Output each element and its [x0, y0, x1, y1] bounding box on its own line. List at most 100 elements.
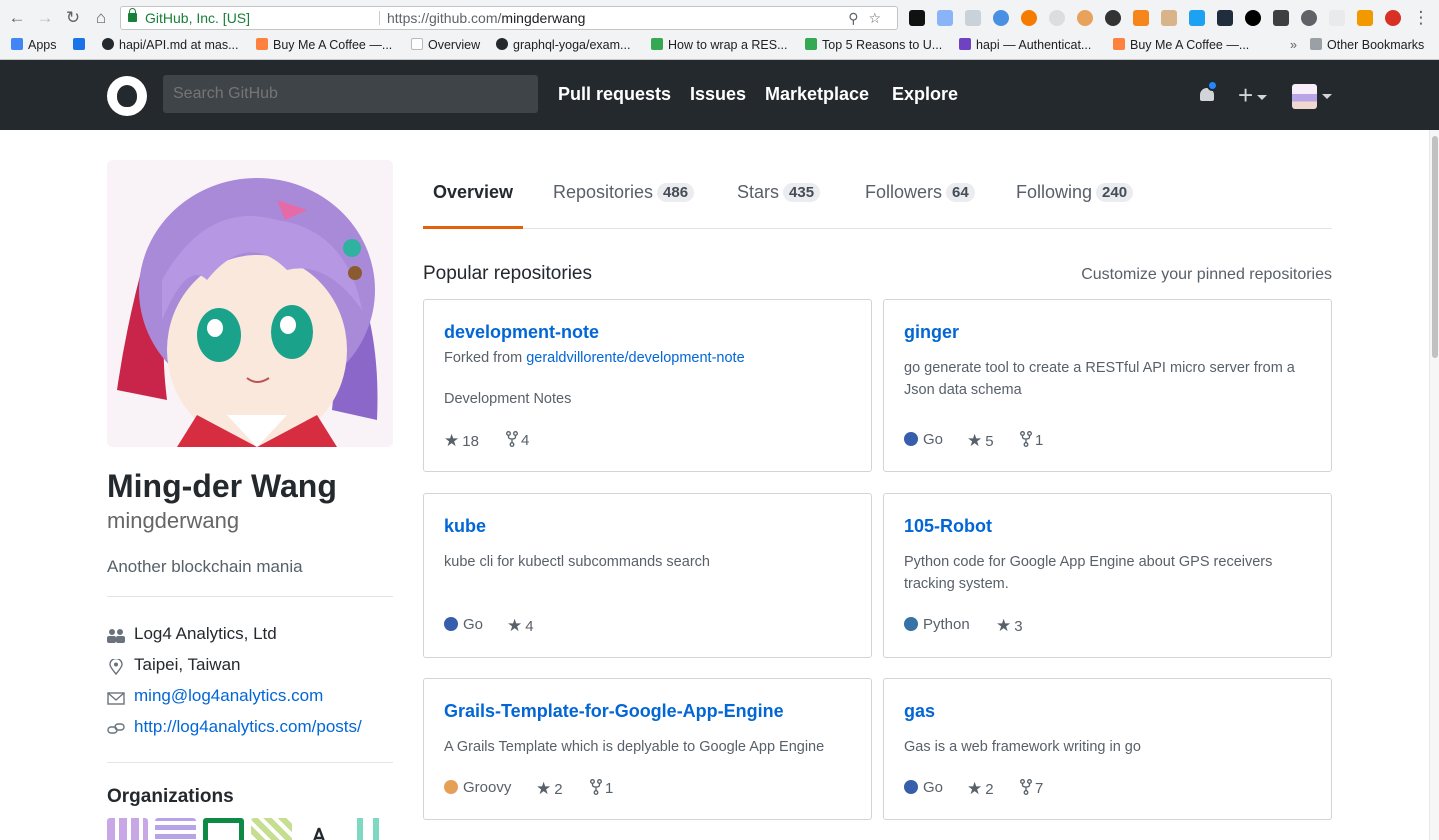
- extension-icon[interactable]: [1217, 10, 1233, 26]
- other-bookmarks[interactable]: Other Bookmarks: [1310, 38, 1424, 52]
- repo-stars[interactable]: ★ 3: [996, 616, 1023, 636]
- organization-avatar[interactable]: [107, 818, 148, 840]
- page-scrollbar[interactable]: [1429, 130, 1439, 840]
- extension-icon[interactable]: [965, 10, 981, 26]
- bookmark-item[interactable]: Buy Me A Coffee —...: [256, 38, 392, 52]
- repo-stars[interactable]: ★ 2: [967, 779, 994, 799]
- bookmark-item[interactable]: hapi — Authenticat...: [959, 38, 1091, 52]
- organization-avatar[interactable]: [251, 818, 292, 840]
- search-input[interactable]: [163, 75, 538, 113]
- repo-forks[interactable]: 1: [1020, 431, 1043, 449]
- extension-icon[interactable]: [1021, 10, 1037, 26]
- extension-icon[interactable]: [1301, 10, 1317, 26]
- organization-avatar[interactable]: [203, 818, 244, 840]
- repo-name-link[interactable]: development-note: [444, 322, 599, 343]
- repo-name-link[interactable]: ginger: [904, 322, 959, 343]
- extension-icon[interactable]: [1273, 10, 1289, 26]
- bookmark-item[interactable]: How to wrap a RES...: [651, 38, 788, 52]
- extension-icon[interactable]: [937, 10, 953, 26]
- repo-name-link[interactable]: gas: [904, 701, 935, 722]
- nav-issues[interactable]: Issues: [690, 84, 746, 105]
- repo-forks[interactable]: 4: [506, 431, 529, 449]
- browser-chrome: ← → ↻ ⌂ GitHub, Inc. [US] https://github…: [0, 0, 1439, 60]
- forward-icon[interactable]: →: [34, 7, 56, 29]
- extension-icon[interactable]: [1357, 10, 1373, 26]
- bookmark-item[interactable]: hapi/API.md at mas...: [102, 38, 239, 52]
- tab-repositories[interactable]: Repositories 486: [553, 182, 695, 203]
- profile-email[interactable]: ming@log4analytics.com: [107, 686, 397, 710]
- pinned-title: Popular repositories: [423, 263, 592, 284]
- scrollbar-thumb[interactable]: [1432, 136, 1438, 358]
- bookmark-item[interactable]: [73, 38, 90, 52]
- customize-pins-link[interactable]: Customize your pinned repositories: [1081, 266, 1332, 284]
- tab-followers[interactable]: Followers 64: [865, 182, 975, 203]
- language-color-dot: [904, 617, 918, 631]
- repo-card: Grails-Template-for-Google-App-Engine A …: [423, 678, 872, 820]
- zoom-star-icons[interactable]: ⚲☆: [848, 7, 891, 29]
- extension-icon[interactable]: [1161, 10, 1177, 26]
- reload-icon[interactable]: ↻: [62, 7, 84, 29]
- nav-explore[interactable]: Explore: [892, 84, 958, 105]
- extension-icon[interactable]: [1077, 10, 1093, 26]
- fork-icon: [590, 779, 602, 795]
- plus-icon: +: [1238, 80, 1254, 110]
- browser-toolbar: ← → ↻ ⌂ GitHub, Inc. [US] https://github…: [0, 4, 1439, 32]
- extension-icon[interactable]: [1189, 10, 1205, 26]
- tab-following[interactable]: Following 240: [1016, 182, 1134, 203]
- address-bar[interactable]: GitHub, Inc. [US] https://github.com/min…: [120, 6, 898, 30]
- apps-grid-icon: [11, 38, 23, 50]
- repo-stars[interactable]: ★ 2: [536, 779, 563, 799]
- extension-icon[interactable]: [1245, 10, 1261, 26]
- browser-menu-icon[interactable]: ⋮: [1410, 7, 1432, 29]
- language-color-dot: [444, 780, 458, 794]
- language-color-dot: [444, 617, 458, 631]
- bookmark-item[interactable]: Overview: [411, 38, 480, 52]
- github-logo-icon[interactable]: [107, 76, 147, 116]
- repo-stars[interactable]: ★ 4: [507, 616, 534, 636]
- bookmarks-overflow-icon[interactable]: »: [1290, 38, 1297, 52]
- extension-icon[interactable]: [1329, 10, 1345, 26]
- back-icon[interactable]: ←: [6, 7, 28, 29]
- extension-icon[interactable]: [1133, 10, 1149, 26]
- repo-name-link[interactable]: kube: [444, 516, 486, 537]
- profile-avatar[interactable]: [107, 160, 393, 447]
- folder-icon: [1310, 38, 1322, 50]
- fork-source-link[interactable]: geraldvillorente/development-note: [526, 350, 744, 366]
- extension-icon[interactable]: [993, 10, 1009, 26]
- chevron-down-icon[interactable]: [1322, 94, 1332, 99]
- language-color-dot: [904, 780, 918, 794]
- github-favicon-icon: [102, 38, 114, 50]
- extension-icon[interactable]: [1049, 10, 1065, 26]
- profile-website[interactable]: http://log4analytics.com/posts/: [107, 717, 397, 741]
- repo-stars[interactable]: ★ 18: [444, 431, 479, 451]
- profile-tabs: Overview Repositories 486 Stars 435 Follow…: [423, 160, 1332, 229]
- bookmark-apps[interactable]: Apps: [11, 38, 57, 52]
- extension-icon[interactable]: [909, 10, 925, 26]
- tab-stars[interactable]: Stars 435: [737, 182, 821, 203]
- repo-name-link[interactable]: Grails-Template-for-Google-App-Engine: [444, 701, 784, 722]
- create-new-menu[interactable]: +: [1238, 80, 1268, 111]
- page-favicon-icon: [411, 38, 423, 50]
- location-icon: [109, 659, 123, 675]
- nav-marketplace[interactable]: Marketplace: [765, 84, 869, 105]
- bookmark-item[interactable]: graphql-yoga/exam...: [496, 38, 630, 52]
- home-icon[interactable]: ⌂: [90, 7, 112, 29]
- notifications-bell-icon[interactable]: [1198, 80, 1218, 104]
- repo-forks[interactable]: 1: [590, 779, 613, 797]
- organization-avatar[interactable]: [347, 818, 388, 840]
- nav-pull-requests[interactable]: Pull requests: [558, 84, 671, 105]
- extension-icon[interactable]: [1385, 10, 1401, 26]
- organization-avatar[interactable]: [155, 818, 196, 840]
- coffee-favicon-icon: [1113, 38, 1125, 50]
- extension-icon[interactable]: [1105, 10, 1121, 26]
- tab-overview[interactable]: Overview: [433, 182, 513, 203]
- repo-stars[interactable]: ★ 5: [967, 431, 994, 451]
- organization-avatar[interactable]: [299, 818, 340, 840]
- star-icon: ★: [967, 779, 983, 798]
- bookmark-item[interactable]: Buy Me A Coffee —...: [1113, 38, 1249, 52]
- bookmark-item[interactable]: Top 5 Reasons to U...: [805, 38, 942, 52]
- user-avatar[interactable]: [1292, 84, 1317, 109]
- repo-forks[interactable]: 7: [1020, 779, 1043, 797]
- repo-name-link[interactable]: 105-Robot: [904, 516, 992, 537]
- chevron-down-icon: [1257, 94, 1268, 100]
